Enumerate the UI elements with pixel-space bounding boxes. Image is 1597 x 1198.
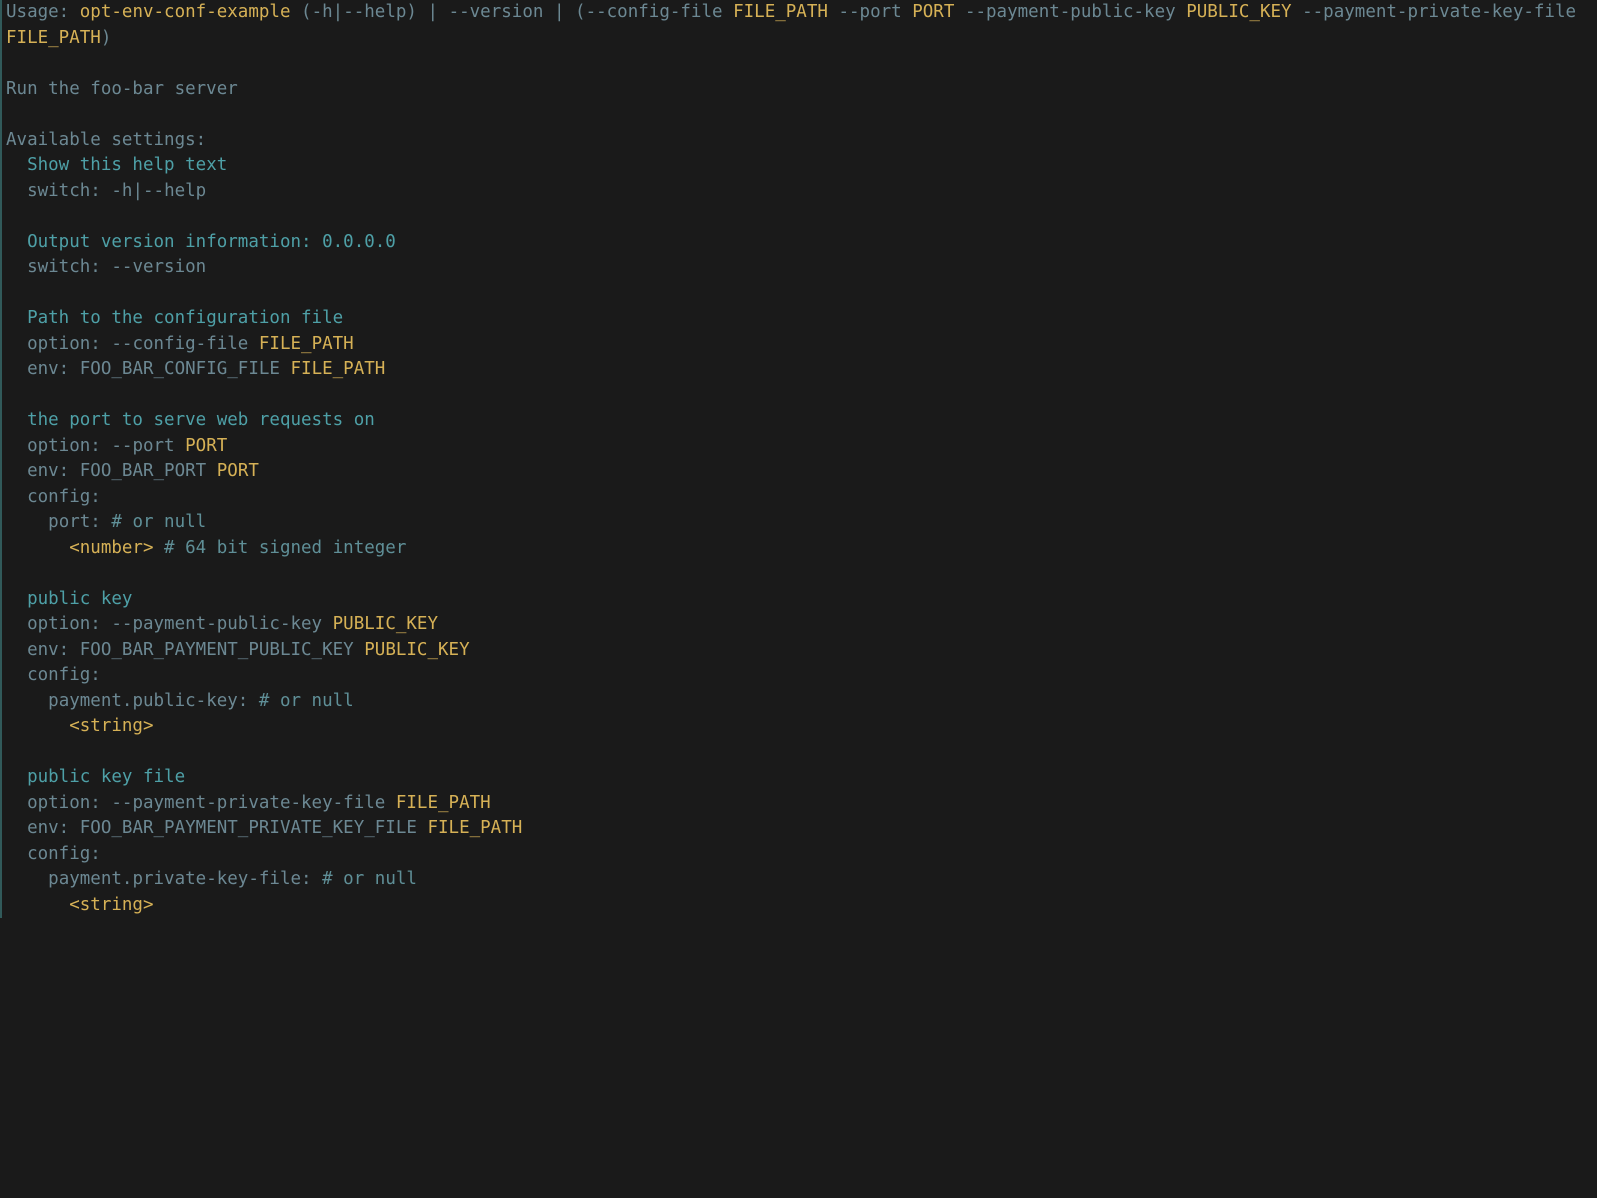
env-label: env: [27,359,80,379]
usage-program-name: opt-env-conf-example [80,2,291,22]
env-arg: PUBLIC_KEY [364,640,469,660]
config-type: <number> [69,538,153,558]
option-flag: --payment-public-key [111,614,322,634]
switch-pipe: | [132,181,143,201]
sp [723,2,734,22]
config-comment: # or null [312,869,417,889]
usage-help-short: -h [312,2,333,22]
switch-version: --version [111,257,206,277]
config-key: port: [48,512,101,532]
switch-label: switch: [27,181,111,201]
switch-help-short: -h [111,181,132,201]
switch-help-long: --help [143,181,206,201]
setting-title-version: Output version information: 0.0.0.0 [27,232,396,252]
setting-title-public-key: public key [27,589,132,609]
env-var: FOO_BAR_PAYMENT_PRIVATE_KEY_FILE [80,818,417,838]
usage-config-file-flag: --config-file [586,2,723,22]
option-arg: PUBLIC_KEY [333,614,438,634]
option-label: option: [27,614,111,634]
setting-title-help: Show this help text [27,155,227,175]
usage-sep [543,2,554,22]
program-description: Run the foo-bar server [6,79,238,99]
config-type: <string> [69,895,153,915]
usage-ppkf-arg: FILE_PATH [6,28,101,48]
config-type-comment: # 64 bit signed integer [154,538,407,558]
env-label: env: [27,640,80,660]
sp [1576,2,1587,22]
setting-title-port: the port to serve web requests on [27,410,375,430]
env-var: FOO_BAR_CONFIG_FILE [80,359,280,379]
config-comment: # or null [101,512,206,532]
option-arg: FILE_PATH [396,793,491,813]
sp [902,2,913,22]
usage-pipe: | [333,2,344,22]
usage-config-file-arg: FILE_PATH [733,2,828,22]
option-arg: FILE_PATH [259,334,354,354]
usage-sep: ( [565,2,586,22]
usage-port-flag: --port [838,2,901,22]
config-label: config: [27,665,101,685]
usage-ppkf-flag: --payment-private-key-file [1302,2,1576,22]
env-var: FOO_BAR_PORT [80,461,206,481]
usage-pipe: | [427,2,438,22]
config-label: config: [27,487,101,507]
usage-sep: ) [101,28,112,48]
sp [954,2,965,22]
setting-title-private-key-file: public key file [27,767,185,787]
terminal-output: Usage: opt-env-conf-example (-h|--help) … [0,0,1597,918]
usage-sep: ) [406,2,427,22]
option-label: option: [27,436,111,456]
sp [1176,2,1187,22]
usage-pipe: | [554,2,565,22]
usage-label: Usage: [6,2,80,22]
usage-version-flag: --version [449,2,544,22]
config-key: payment.public-key: [48,691,248,711]
setting-title-config-file: Path to the configuration file [27,308,343,328]
env-label: env: [27,461,80,481]
available-settings-header: Available settings: [6,130,206,150]
usage-ppk-arg: PUBLIC_KEY [1186,2,1291,22]
usage-port-arg: PORT [912,2,954,22]
usage-ppk-flag: --payment-public-key [965,2,1176,22]
env-arg: PORT [217,461,259,481]
config-key: payment.private-key-file: [48,869,311,889]
option-flag: --config-file [111,334,248,354]
config-comment: # or null [248,691,353,711]
option-flag: --port [111,436,174,456]
usage-sep: ( [290,2,311,22]
sp [1292,2,1303,22]
env-label: env: [27,818,80,838]
option-label: option: [27,793,111,813]
option-flag: --payment-private-key-file [111,793,385,813]
switch-label: switch: [27,257,111,277]
option-label: option: [27,334,111,354]
option-arg: PORT [185,436,227,456]
env-arg: FILE_PATH [291,359,386,379]
usage-sep [438,2,449,22]
usage-help-long: --help [343,2,406,22]
config-type: <string> [69,716,153,736]
config-label: config: [27,844,101,864]
env-arg: FILE_PATH [427,818,522,838]
env-var: FOO_BAR_PAYMENT_PUBLIC_KEY [80,640,354,660]
sp [828,2,839,22]
